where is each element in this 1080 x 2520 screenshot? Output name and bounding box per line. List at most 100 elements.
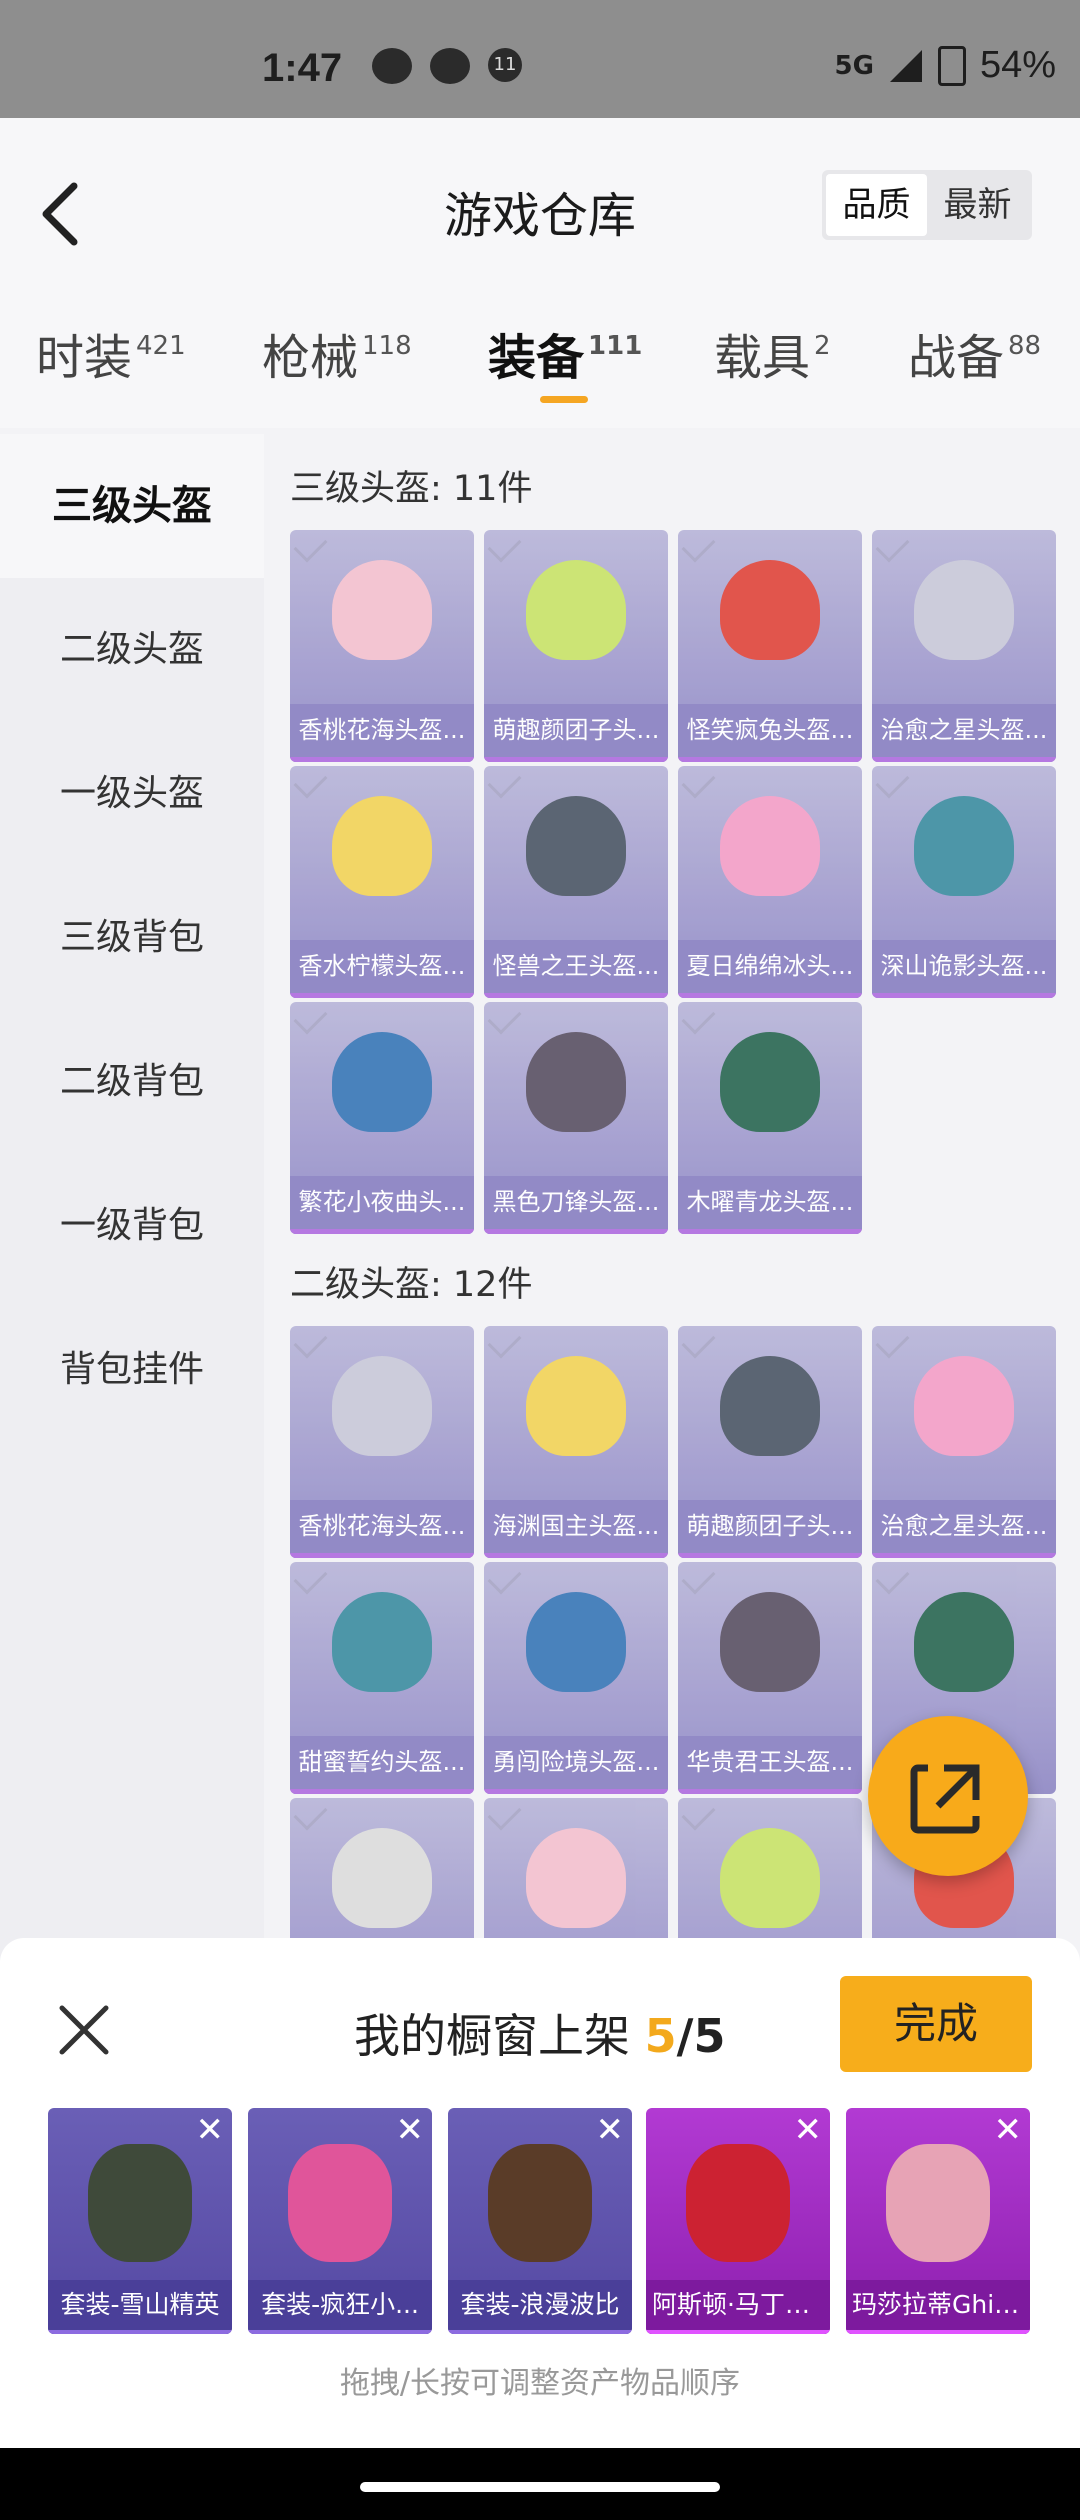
sidebar-item-backpack-charm[interactable]: 背包挂件 — [0, 1298, 264, 1442]
item-card[interactable]: 繁花小夜曲头... — [290, 1002, 474, 1234]
item-card-label: 夏日绵绵冰头... — [678, 940, 862, 998]
section-title-level3-helmet: 三级头盔: 11件 — [290, 469, 533, 509]
helmet-image — [526, 1592, 626, 1692]
showcase-panel: 我的橱窗上架 5/5 完成 ✕ 套装-雪山精英 ✕ 套装-疯狂小... ✕ 套装-浪漫波比… — [0, 1938, 1080, 2448]
helmet-image — [526, 796, 626, 896]
sidebar-item-level3-helmet[interactable]: 三级头盔 — [0, 434, 264, 578]
sidebar-item-level1-helmet[interactable]: 一级头盔 — [0, 722, 264, 866]
item-card[interactable]: 怪兽之王头盔... — [484, 766, 668, 998]
item-card[interactable]: 夏日绵绵冰头... — [678, 766, 862, 998]
helmet-image — [526, 560, 626, 660]
showcase-item-label: 玛莎拉蒂Ghib... — [846, 2280, 1030, 2334]
sort-quality-button[interactable]: 品质 — [826, 174, 927, 236]
showcase-item-image — [488, 2144, 592, 2262]
remove-item-icon[interactable]: ✕ — [596, 2110, 625, 2150]
remove-item-icon[interactable]: ✕ — [994, 2110, 1023, 2150]
sidebar-item-level2-helmet[interactable]: 二级头盔 — [0, 578, 264, 722]
check-icon — [293, 1326, 328, 1359]
helmet-image — [720, 1592, 820, 1692]
close-icon[interactable] — [54, 2000, 114, 2060]
showcase-item[interactable]: ✕ 套装-雪山精英 — [48, 2108, 232, 2334]
item-card[interactable]: 甜蜜誓约头盔... — [290, 1562, 474, 1794]
sort-toggle: 品质 最新 — [822, 170, 1032, 240]
item-card[interactable]: 华贵君王头盔... — [678, 1562, 862, 1794]
item-card[interactable]: 怪笑疯兔头盔... — [678, 530, 862, 762]
helmet-image — [332, 1032, 432, 1132]
section-title-level2-helmet: 二级头盔: 12件 — [290, 1265, 533, 1305]
item-card[interactable]: 勇闯险境头盔... — [484, 1562, 668, 1794]
showcase-item[interactable]: ✕ 套装-浪漫波比 — [448, 2108, 632, 2334]
helmet-image — [332, 560, 432, 660]
helmet-image — [720, 1828, 820, 1928]
check-icon — [875, 1326, 910, 1359]
item-card-label: 香水柠檬头盔... — [290, 940, 474, 998]
remove-item-icon[interactable]: ✕ — [794, 2110, 823, 2150]
item-card[interactable]: 香水柠檬头盔... — [290, 766, 474, 998]
tab-supplies[interactable]: 战备 88 — [908, 318, 1041, 388]
helmet-image — [332, 796, 432, 896]
reorder-hint: 拖拽/长按可调整资产物品顺序 — [339, 2366, 741, 2401]
item-card-label: 香桃花海头盔... — [290, 1500, 474, 1558]
item-card[interactable]: 萌趣颜团子头... — [678, 1326, 862, 1558]
helmet-image — [914, 1356, 1014, 1456]
helmet-image — [914, 796, 1014, 896]
check-icon — [875, 766, 910, 799]
showcase-title: 我的橱窗上架 5/5 — [354, 2009, 726, 2063]
item-card-label: 怪兽之王头盔... — [484, 940, 668, 998]
item-card-label: 木曜青龙头盔... — [678, 1176, 862, 1234]
remove-item-icon[interactable]: ✕ — [196, 2110, 225, 2150]
done-button[interactable]: 完成 — [840, 1976, 1032, 2072]
tab-vehicles[interactable]: 载具 2 — [714, 318, 831, 388]
home-indicator[interactable] — [360, 2482, 720, 2492]
page-header: 游戏仓库 品质 最新 时装 421 枪械 118 装备 111 载具 2 战备 88 — [0, 118, 1080, 428]
wechat-icon-2 — [430, 48, 470, 84]
item-card-label: 华贵君王头盔... — [678, 1736, 862, 1794]
showcase-item[interactable]: ✕ 套装-疯狂小... — [248, 2108, 432, 2334]
showcase-item[interactable]: ✕ 玛莎拉蒂Ghib... — [846, 2108, 1030, 2334]
showcase-item-image — [88, 2144, 192, 2262]
sidebar: 三级头盔 二级头盔 一级头盔 三级背包 二级背包 一级背包 背包挂件 — [0, 434, 264, 1994]
helmet-image — [914, 1592, 1014, 1692]
check-icon — [681, 1562, 716, 1595]
category-tabs: 时装 421 枪械 118 装备 111 载具 2 战备 88 — [0, 318, 1080, 408]
check-icon — [875, 1562, 910, 1595]
helmet-image — [720, 560, 820, 660]
system-nav-bar — [0, 2448, 1080, 2520]
wechat-icon — [372, 48, 412, 84]
item-card[interactable]: 黑色刀锋头盔... — [484, 1002, 668, 1234]
showcase-item[interactable]: ✕ 阿斯顿·马丁D... — [646, 2108, 830, 2334]
item-card[interactable]: 香桃花海头盔... — [290, 530, 474, 762]
notification-icons: 11 — [372, 48, 522, 84]
showcase-item-label: 阿斯顿·马丁D... — [646, 2280, 830, 2334]
tab-equipment[interactable]: 装备 111 — [488, 318, 642, 388]
battery-level: 54% — [979, 44, 1056, 86]
helmet-image — [332, 1356, 432, 1456]
check-icon — [681, 1798, 716, 1831]
remove-item-icon[interactable]: ✕ — [396, 2110, 425, 2150]
tab-guns[interactable]: 枪械 118 — [262, 318, 412, 388]
check-icon — [681, 530, 716, 563]
sidebar-item-level2-backpack[interactable]: 二级背包 — [0, 1010, 264, 1154]
helmet-image — [526, 1356, 626, 1456]
sidebar-item-level3-backpack[interactable]: 三级背包 — [0, 866, 264, 1010]
showcase-total: /5 — [676, 2009, 726, 2063]
sidebar-item-level1-backpack[interactable]: 一级背包 — [0, 1154, 264, 1298]
helmet-image — [526, 1828, 626, 1928]
item-card[interactable]: 海渊国主头盔... — [484, 1326, 668, 1558]
showcase-item-image — [288, 2144, 392, 2262]
check-icon — [487, 1002, 522, 1035]
item-card[interactable]: 萌趣颜团子头... — [484, 530, 668, 762]
item-card[interactable]: 木曜青龙头盔... — [678, 1002, 862, 1234]
check-icon — [293, 1798, 328, 1831]
check-icon — [293, 1002, 328, 1035]
share-fab[interactable] — [868, 1716, 1028, 1876]
item-card[interactable]: 治愈之星头盔... — [872, 1326, 1056, 1558]
item-card[interactable]: 香桃花海头盔... — [290, 1326, 474, 1558]
tab-fashion[interactable]: 时装 421 — [36, 318, 186, 388]
item-card[interactable]: 治愈之星头盔... — [872, 530, 1056, 762]
helmet-image — [720, 1356, 820, 1456]
network-label: 5G — [834, 50, 874, 81]
item-card-label: 治愈之星头盔... — [872, 704, 1056, 762]
item-card[interactable]: 深山诡影头盔... — [872, 766, 1056, 998]
sort-newest-button[interactable]: 最新 — [927, 174, 1028, 236]
